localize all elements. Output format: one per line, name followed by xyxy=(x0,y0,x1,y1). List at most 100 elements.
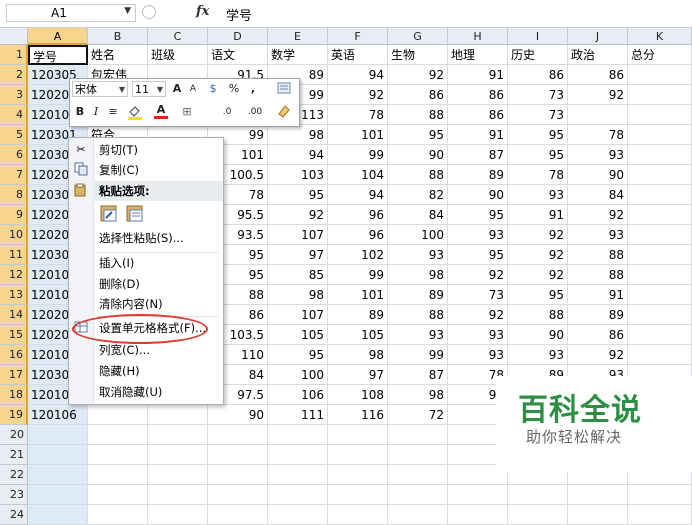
select-all-corner[interactable] xyxy=(0,28,28,45)
cell-C19[interactable] xyxy=(148,405,208,425)
cell-G15[interactable]: 93 xyxy=(388,325,448,345)
cell-I1[interactable]: 历史 xyxy=(508,45,568,65)
row-header[interactable]: 7 xyxy=(0,165,28,185)
row-header[interactable]: 15 xyxy=(0,325,28,345)
fill-color-icon[interactable] xyxy=(126,104,144,120)
percent-button[interactable]: % xyxy=(226,81,242,97)
cell-I12[interactable]: 92 xyxy=(508,265,568,285)
row-header[interactable]: 19 xyxy=(0,405,28,425)
cell-F19[interactable]: 116 xyxy=(328,405,388,425)
cell-H24[interactable] xyxy=(448,505,508,525)
cell-I14[interactable]: 88 xyxy=(508,305,568,325)
cell-I4[interactable]: 73 xyxy=(508,105,568,125)
cell-J15[interactable]: 86 xyxy=(568,325,628,345)
cell-K7[interactable] xyxy=(628,165,692,185)
cell-C24[interactable] xyxy=(148,505,208,525)
cell-A19[interactable]: 120106 xyxy=(28,405,88,425)
cell-I10[interactable]: 92 xyxy=(508,225,568,245)
cell-G2[interactable]: 92 xyxy=(388,65,448,85)
cell-K11[interactable] xyxy=(628,245,692,265)
cell-G6[interactable]: 90 xyxy=(388,145,448,165)
cell-G13[interactable]: 89 xyxy=(388,285,448,305)
cell-I7[interactable]: 78 xyxy=(508,165,568,185)
column-header[interactable]: G xyxy=(388,28,448,45)
menu-item-unhide[interactable]: 取消隐藏(U) xyxy=(69,382,223,402)
cell-E6[interactable]: 94 xyxy=(268,145,328,165)
cell-K14[interactable] xyxy=(628,305,692,325)
cell-K10[interactable] xyxy=(628,225,692,245)
cell-J14[interactable]: 89 xyxy=(568,305,628,325)
cell-I11[interactable]: 92 xyxy=(508,245,568,265)
column-header[interactable]: K xyxy=(628,28,692,45)
cell-G21[interactable] xyxy=(388,445,448,465)
cell-H15[interactable]: 93 xyxy=(448,325,508,345)
cell-E8[interactable]: 95 xyxy=(268,185,328,205)
cell-F4[interactable]: 78 xyxy=(328,105,388,125)
column-header[interactable]: B xyxy=(88,28,148,45)
cell-F17[interactable]: 97 xyxy=(328,365,388,385)
cell-H4[interactable]: 86 xyxy=(448,105,508,125)
cell-I2[interactable]: 86 xyxy=(508,65,568,85)
italic-button[interactable]: I xyxy=(90,104,102,120)
cell-I24[interactable] xyxy=(508,505,568,525)
cell-J9[interactable]: 92 xyxy=(568,205,628,225)
cell-G4[interactable]: 88 xyxy=(388,105,448,125)
cell-E7[interactable]: 103 xyxy=(268,165,328,185)
cell-E20[interactable] xyxy=(268,425,328,445)
cell-E17[interactable]: 100 xyxy=(268,365,328,385)
cell-J4[interactable] xyxy=(568,105,628,125)
cell-G8[interactable]: 82 xyxy=(388,185,448,205)
cell-J16[interactable]: 92 xyxy=(568,345,628,365)
cell-E14[interactable]: 107 xyxy=(268,305,328,325)
row-header[interactable]: 2 xyxy=(0,65,28,85)
cell-E15[interactable]: 105 xyxy=(268,325,328,345)
cell-J2[interactable]: 86 xyxy=(568,65,628,85)
cell-I9[interactable]: 91 xyxy=(508,205,568,225)
cell-C23[interactable] xyxy=(148,485,208,505)
cell-F18[interactable]: 108 xyxy=(328,385,388,405)
row-header[interactable]: 8 xyxy=(0,185,28,205)
cell-J7[interactable]: 90 xyxy=(568,165,628,185)
cell-E22[interactable] xyxy=(268,465,328,485)
cell-H7[interactable]: 89 xyxy=(448,165,508,185)
bold-button[interactable]: B xyxy=(74,104,86,120)
cell-J8[interactable]: 84 xyxy=(568,185,628,205)
row-header[interactable]: 12 xyxy=(0,265,28,285)
cell-I3[interactable]: 73 xyxy=(508,85,568,105)
cell-E1[interactable]: 数学 xyxy=(268,45,328,65)
cell-F6[interactable]: 99 xyxy=(328,145,388,165)
cell-K6[interactable] xyxy=(628,145,692,165)
column-header[interactable]: H xyxy=(448,28,508,45)
cell-B23[interactable] xyxy=(88,485,148,505)
cell-G7[interactable]: 88 xyxy=(388,165,448,185)
cell-E12[interactable]: 85 xyxy=(268,265,328,285)
cell-F3[interactable]: 92 xyxy=(328,85,388,105)
row-header[interactable]: 11 xyxy=(0,245,28,265)
cell-E24[interactable] xyxy=(268,505,328,525)
cell-E10[interactable]: 107 xyxy=(268,225,328,245)
cell-K16[interactable] xyxy=(628,345,692,365)
name-box[interactable]: A1 ▼ xyxy=(6,4,136,22)
cell-K2[interactable] xyxy=(628,65,692,85)
cell-D22[interactable] xyxy=(208,465,268,485)
row-header[interactable]: 3 xyxy=(0,85,28,105)
cell-B21[interactable] xyxy=(88,445,148,465)
cell-C21[interactable] xyxy=(148,445,208,465)
cell-F16[interactable]: 98 xyxy=(328,345,388,365)
shrink-font-button[interactable]: A xyxy=(186,81,200,97)
cell-K13[interactable] xyxy=(628,285,692,305)
cell-E16[interactable]: 95 xyxy=(268,345,328,365)
cell-K24[interactable] xyxy=(628,505,692,525)
cell-G18[interactable]: 98 xyxy=(388,385,448,405)
cell-F13[interactable]: 101 xyxy=(328,285,388,305)
cell-G9[interactable]: 84 xyxy=(388,205,448,225)
cell-A22[interactable] xyxy=(28,465,88,485)
cell-H11[interactable]: 95 xyxy=(448,245,508,265)
menu-item-delete[interactable]: 删除(D) xyxy=(69,274,223,294)
row-header[interactable]: 22 xyxy=(0,465,28,485)
cell-G19[interactable]: 72 xyxy=(388,405,448,425)
cell-C22[interactable] xyxy=(148,465,208,485)
cell-H13[interactable]: 73 xyxy=(448,285,508,305)
comma-button[interactable]: , xyxy=(246,81,260,97)
cell-G5[interactable]: 95 xyxy=(388,125,448,145)
